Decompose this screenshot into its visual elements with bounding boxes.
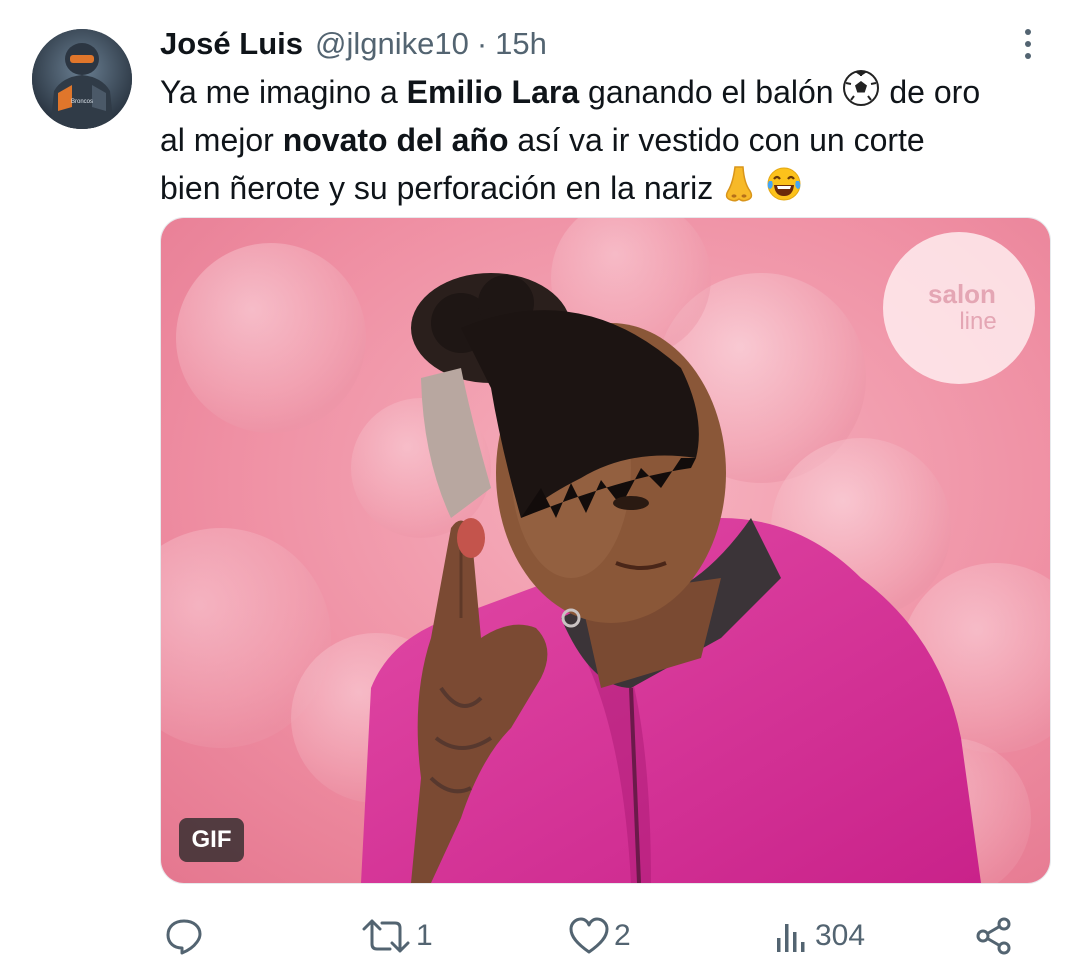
gif-media[interactable]: salon line GIF xyxy=(160,217,1051,884)
salon-line-watermark: salon line xyxy=(883,232,1035,384)
more-dot-icon xyxy=(1025,53,1031,59)
views-button[interactable]: 304 xyxy=(775,908,865,964)
retweet-button[interactable]: 1 xyxy=(360,908,433,964)
like-count: 2 xyxy=(614,919,631,952)
tweet-actions: 1 2 304 xyxy=(160,908,1050,964)
tweet-line-3: bien ñerote y su perforación en la nariz xyxy=(160,164,1060,212)
retweet-count: 1 xyxy=(416,919,433,952)
watermark-line-2: line xyxy=(959,308,997,335)
nose-icon xyxy=(725,166,753,202)
watermark-line-1: salon xyxy=(928,279,996,309)
mention-emilio-lara: Emilio Lara xyxy=(406,74,580,110)
more-dot-icon xyxy=(1025,41,1031,47)
share-button[interactable] xyxy=(974,908,1014,964)
share-icon xyxy=(976,917,1011,955)
tweet-text: Ya me imagino a Emilio Lara ganando el b… xyxy=(160,68,1060,212)
author-handle[interactable]: @jlgnike10 xyxy=(315,26,469,62)
avatar-image: Broncos xyxy=(32,29,132,129)
more-options-button[interactable] xyxy=(1008,24,1048,64)
tears-of-joy-icon xyxy=(767,167,801,201)
gif-badge: GIF xyxy=(179,818,244,862)
avatar-label: Broncos xyxy=(71,99,93,105)
more-dot-icon xyxy=(1025,29,1031,35)
soccer-ball-icon xyxy=(843,70,880,106)
reply-icon xyxy=(166,919,202,955)
like-button[interactable]: 2 xyxy=(568,908,631,964)
separator-dot: · xyxy=(476,26,488,61)
heart-icon xyxy=(569,917,609,954)
bold-phrase: novato del año xyxy=(282,122,509,158)
retweet-icon xyxy=(362,919,410,953)
tweet-line-1: Ya me imagino a Emilio Lara ganando el b… xyxy=(160,68,1060,116)
timestamp[interactable]: 15h xyxy=(495,26,547,62)
views-count: 304 xyxy=(815,919,866,952)
avatar[interactable]: Broncos xyxy=(32,29,132,129)
views-chart-icon xyxy=(777,924,805,952)
reply-button[interactable] xyxy=(164,908,208,964)
author-name[interactable]: José Luis xyxy=(160,26,303,62)
tweet-header: José Luis @jlgnike10 · 15h xyxy=(160,22,547,66)
tweet-line-2: al mejor novato del año así va ir vestid… xyxy=(160,122,925,158)
